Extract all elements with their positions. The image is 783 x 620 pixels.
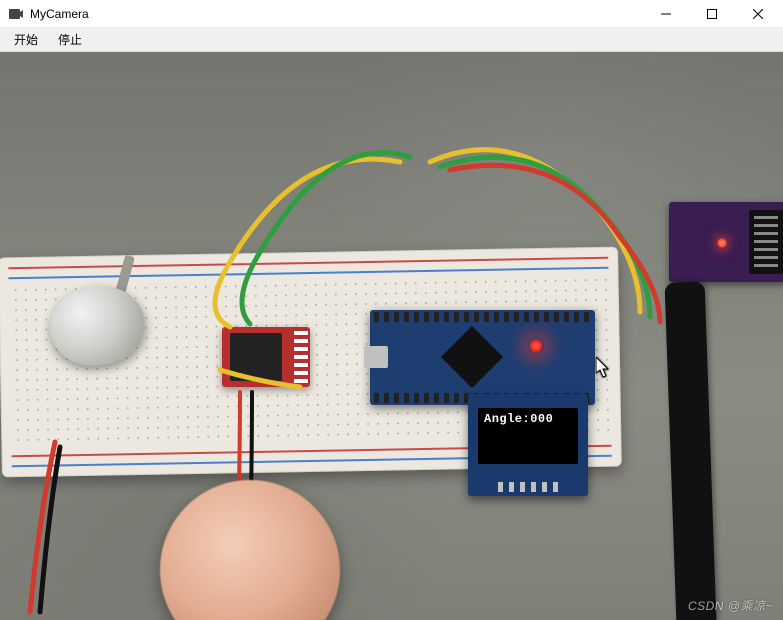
app-icon [8, 6, 24, 22]
menubar: 开始 停止 [0, 28, 783, 52]
maximize-button[interactable] [689, 0, 735, 28]
window-title: MyCamera [30, 7, 643, 21]
menu-start[interactable]: 开始 [4, 29, 48, 50]
titlebar: MyCamera [0, 0, 783, 28]
camera-viewport: Angle:000 CSDN @乘凉~ [0, 52, 783, 620]
minimize-button[interactable] [643, 0, 689, 28]
window-controls [643, 0, 781, 28]
close-button[interactable] [735, 0, 781, 28]
watermark: CSDN @乘凉~ [688, 597, 773, 614]
menu-stop[interactable]: 停止 [48, 29, 92, 50]
mouse-cursor-icon [596, 357, 612, 379]
